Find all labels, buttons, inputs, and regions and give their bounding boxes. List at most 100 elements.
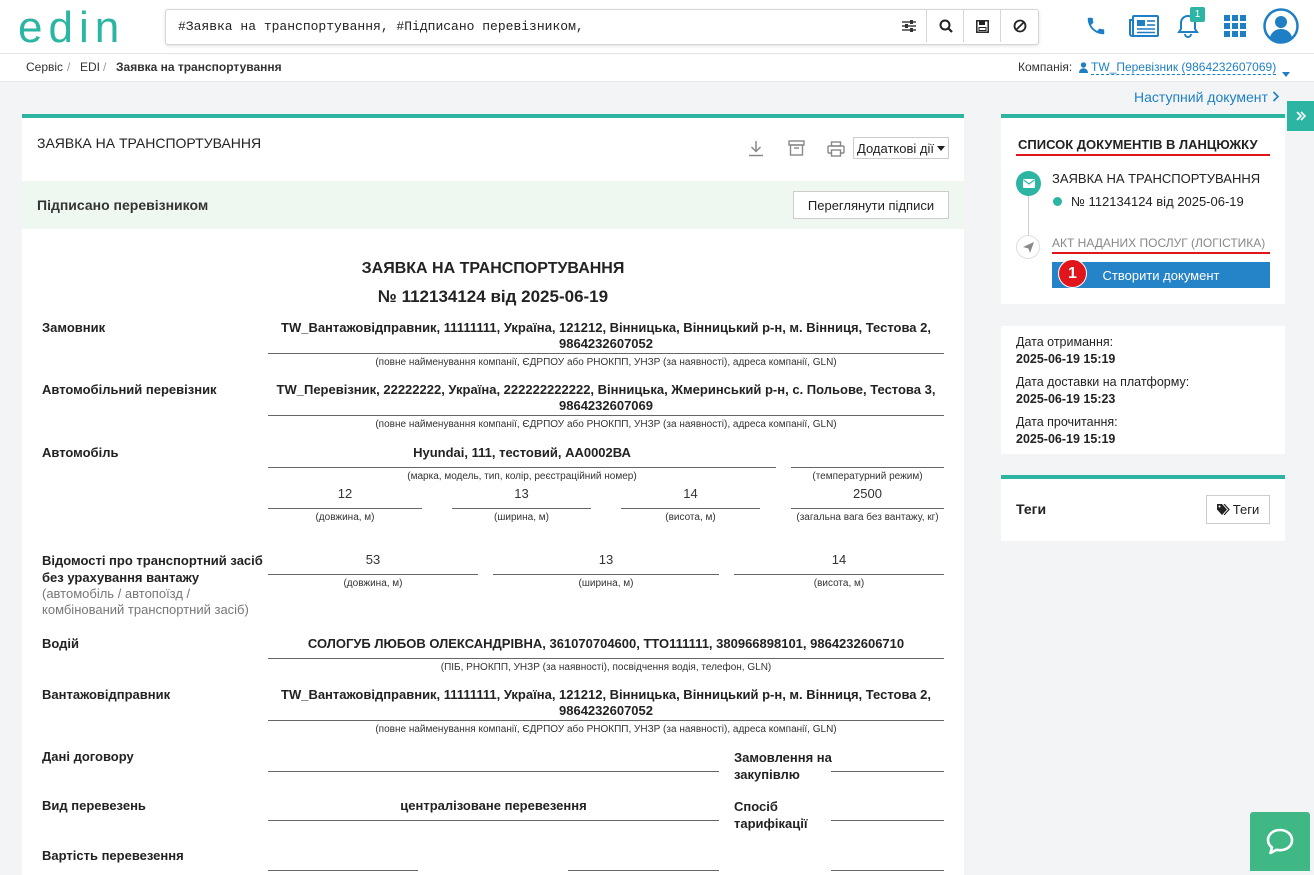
phone-button[interactable]	[1078, 8, 1114, 44]
underline	[268, 467, 776, 468]
save-search-button[interactable]	[963, 10, 1001, 42]
company-label: Компанія:	[1018, 60, 1073, 74]
car-value: Hyundai, 111, тестовий, АА0002ВА	[413, 445, 631, 460]
read-date-value: 2025-06-19 15:19	[1016, 432, 1116, 446]
height-hint: (висота, м)	[813, 578, 865, 589]
car-hint: (марка, модель, тип, колір, реєстраційни…	[407, 471, 637, 482]
underline	[734, 574, 944, 575]
status-dot	[1053, 197, 1062, 206]
download-button[interactable]	[748, 140, 764, 160]
printer-icon	[827, 141, 845, 157]
customer-label: Замовник	[42, 320, 106, 335]
grid-icon	[1224, 15, 1246, 37]
user-avatar-button[interactable]	[1262, 7, 1300, 45]
received-date-label: Дата отримання:	[1016, 335, 1114, 349]
temperature-hint: (температурний режим)	[812, 471, 923, 482]
chain-doc1-title[interactable]: ЗАЯВКА НА ТРАНСПОРТУВАННЯ	[1052, 171, 1260, 186]
customer-hint: (повне найменування компанії, ЄДРПОУ або…	[375, 357, 837, 368]
user-icon	[1079, 61, 1088, 76]
vehicle-width-value: 13	[598, 552, 614, 567]
chat-button[interactable]	[1250, 812, 1310, 871]
chain-doc1-number[interactable]: № 112134124 від 2025-06-19	[1071, 194, 1244, 209]
phone-icon	[1087, 17, 1105, 35]
driver-value: СОЛОГУБ ЛЮБОВ ОЛЕКСАНДРІВНА, 36107070460…	[307, 636, 905, 651]
delivered-date-value: 2025-06-19 15:23	[1016, 392, 1116, 406]
read-date-label: Дата прочитання:	[1016, 415, 1118, 429]
edin-logo[interactable]: edin	[18, 6, 125, 50]
filter-settings-button[interactable]	[890, 10, 927, 42]
transport-kind-label: Вид перевезень	[42, 798, 146, 813]
print-button[interactable]	[827, 141, 845, 160]
view-signatures-button[interactable]: Переглянути підписи	[793, 191, 949, 219]
underline	[268, 508, 422, 509]
width-hint: (ширина, м)	[494, 512, 549, 523]
search-input[interactable]	[166, 10, 910, 42]
archive-icon	[788, 140, 805, 156]
underline	[621, 508, 760, 509]
procurement-label: Замовлення на закупівлю	[734, 750, 832, 782]
news-button[interactable]	[1126, 8, 1162, 44]
underline	[493, 574, 719, 575]
document-panel: ЗАЯВКА НА ТРАНСПОРТУВАННЯ Додаткові дії …	[22, 114, 964, 875]
chain-title-underline	[1016, 154, 1270, 156]
search-button[interactable]	[926, 10, 964, 42]
tags-button[interactable]: Теги	[1206, 495, 1270, 524]
side-panel-toggle[interactable]	[1287, 101, 1314, 131]
underline	[452, 508, 591, 509]
sliders-icon	[901, 20, 916, 32]
chain-title: СПИСОК ДОКУМЕНТІВ В ЛАНЦЮЖКУ	[1018, 137, 1258, 152]
vehicle-height-value: 14	[831, 552, 847, 567]
carrier-value: TW_Перевізник, 22222222, Україна, 222222…	[276, 382, 936, 413]
chevron-right-icon	[1272, 91, 1279, 102]
next-document-link[interactable]: Наступний документ	[1134, 89, 1280, 105]
height-hint: (висота, м)	[665, 512, 716, 523]
step-marker: 1	[1058, 259, 1087, 288]
additional-actions-label: Додаткові дії	[857, 140, 934, 156]
contract-label: Дані договору	[42, 749, 134, 764]
car-height-value: 14	[683, 486, 698, 501]
vehicle-length-value: 53	[365, 552, 381, 567]
length-hint: (довжина, м)	[315, 512, 375, 523]
delivered-date-label: Дата доставки на платформу:	[1016, 375, 1190, 389]
underline	[268, 658, 944, 659]
archive-button[interactable]	[788, 140, 805, 159]
breadcrumb-separator: /	[67, 60, 71, 74]
paper-plane-icon	[1016, 235, 1040, 259]
caret-down-icon	[936, 145, 945, 151]
breadcrumb-service[interactable]: Сервіс	[26, 60, 63, 74]
shipper-label: Вантажовідправник	[42, 687, 171, 702]
customer-value: TW_Вантажовідправник, 11111111, Україна,…	[281, 320, 931, 351]
transport-kind-value: централізоване перевезення	[400, 798, 587, 813]
underline	[831, 820, 944, 821]
chat-bubble-icon	[1266, 828, 1294, 854]
apps-menu-button[interactable]	[1217, 8, 1253, 44]
additional-actions-dropdown[interactable]: Додаткові дії	[853, 137, 949, 159]
car-label: Автомобіль	[42, 445, 119, 460]
underline	[268, 771, 719, 772]
status-bar: Підписано перевізником Переглянути підпи…	[22, 181, 964, 229]
vehicle-label: Відомості про транспортний засіб без ура…	[42, 553, 263, 585]
top-header: edin 1	[0, 0, 1314, 54]
clear-search-button[interactable]	[1000, 10, 1038, 42]
company-selector[interactable]: TW_Перевізник (9864232607069)	[1091, 60, 1277, 75]
cost-label: Вартість перевезення	[42, 848, 184, 863]
chain-doc2-underline	[1052, 252, 1270, 254]
download-icon	[749, 141, 763, 157]
breadcrumb: Сервіс / EDI / Заявка на транспортування…	[0, 54, 1314, 82]
underline	[268, 574, 478, 575]
document-chain-panel: СПИСОК ДОКУМЕНТІВ В ЛАНЦЮЖКУ ЗАЯВКА НА Т…	[1001, 114, 1285, 304]
chain-doc2-title: АКТ НАДАНИХ ПОСЛУГ (ЛОГІСТИКА)	[1052, 236, 1266, 250]
search-icon	[939, 19, 953, 33]
underline	[791, 508, 944, 509]
driver-label: Водій	[42, 636, 80, 651]
breadcrumb-separator: /	[103, 60, 107, 74]
length-hint: (довжина, м)	[343, 578, 403, 589]
notifications-button[interactable]: 1	[1170, 7, 1206, 44]
weight-hint: (загальна вага без вантажу, кг)	[796, 512, 939, 523]
status-text: Підписано перевізником	[37, 197, 209, 213]
breadcrumb-edi[interactable]: EDI	[80, 60, 100, 74]
car-length-value: 12	[337, 486, 353, 501]
newspaper-icon	[1129, 15, 1159, 37]
shipper-value: TW_Вантажовідправник, 11111111, Україна,…	[281, 687, 931, 718]
floppy-disk-icon	[976, 19, 989, 33]
